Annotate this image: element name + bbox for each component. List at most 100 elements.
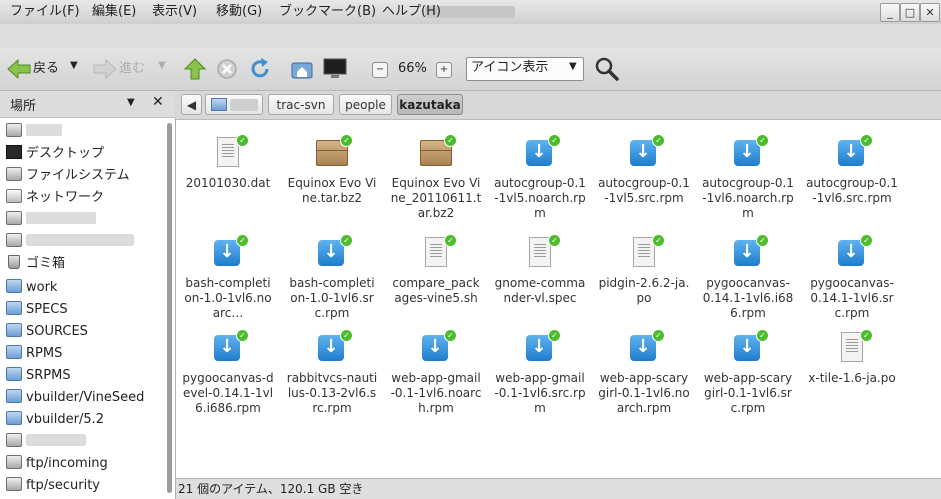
network-folder-icon <box>6 455 22 469</box>
file-item[interactable]: ✓ gnome-commander-vl.spec <box>490 230 590 306</box>
file-item[interactable]: ✓ pygoocanvas-devel-0.14.1-1vl6.i686.rpm <box>178 325 278 416</box>
menu-view[interactable]: 表示(V) <box>152 3 197 21</box>
file-name: pidgin-2.6.2-ja.po <box>598 276 690 305</box>
file-item[interactable]: ✓ autocgroup-0.1-1vl6.src.rpm <box>802 130 902 206</box>
bookmark-ftp-incoming[interactable]: ftp/incoming <box>6 454 108 474</box>
computer-icon[interactable] <box>322 57 348 81</box>
sidebar-mode-dropdown-icon[interactable]: ▼ <box>127 97 135 108</box>
path-crumb-people[interactable]: people <box>339 94 392 115</box>
menu-file[interactable]: ファイル(F) <box>10 3 80 21</box>
file-item[interactable]: ✓ bash-completion-1.0-1vl6.src.rpm <box>282 230 382 321</box>
version-control-ok-badge-icon: ✓ <box>444 234 457 247</box>
reload-icon[interactable] <box>248 57 272 81</box>
place-volume-2[interactable] <box>6 232 134 252</box>
path-scroll-left-button[interactable]: ◀ <box>181 94 202 115</box>
sidebar-close-icon[interactable]: ✕ <box>152 94 164 110</box>
minimize-button[interactable]: _ <box>880 3 900 22</box>
forward-history-dropdown-icon[interactable]: ▼ <box>158 60 166 71</box>
home-folder-icon <box>211 98 227 111</box>
bookmark-specs[interactable]: SPECS <box>6 300 68 320</box>
view-mode-select[interactable]: アイコン表示 ▼ <box>466 57 584 81</box>
bookmark-vbuilder-52[interactable]: vbuilder/5.2 <box>6 410 104 430</box>
maximize-button[interactable]: □ <box>900 3 920 22</box>
place-label: ゴミ箱 <box>26 256 66 271</box>
file-item[interactable]: ✓ 20101030.dat <box>178 130 278 191</box>
menu-bookmarks[interactable]: ブックマーク(B) <box>279 3 376 21</box>
version-control-ok-badge-icon: ✓ <box>236 329 249 342</box>
file-item[interactable]: ✓ web-app-gmail-0.1-1vl6.src.rpm <box>490 325 590 416</box>
text-file-icon: ✓ <box>520 234 561 274</box>
file-name: pygoocanvas-0.14.1-1vl6.src.rpm <box>810 276 894 320</box>
file-item[interactable]: ✓ pidgin-2.6.2-ja.po <box>594 230 694 306</box>
bookmark-rpms[interactable]: RPMS <box>6 344 62 364</box>
folder-icon <box>6 389 22 403</box>
file-item[interactable]: ✓ web-app-gmail-0.1-1vl6.noarch.rpm <box>386 325 486 416</box>
place-label: SOURCES <box>26 324 88 339</box>
version-control-ok-badge-icon: ✓ <box>652 329 665 342</box>
drive-icon <box>6 233 22 247</box>
file-item[interactable]: ✓ bash-completion-1.0-1vl6.noarc… <box>178 230 278 321</box>
home-folder-icon <box>6 123 22 137</box>
drive-icon <box>6 211 22 225</box>
bookmark-work[interactable]: work <box>6 278 57 298</box>
up-arrow-icon[interactable] <box>184 57 206 81</box>
file-name: pygoocanvas-devel-0.14.1-1vl6.i686.rpm <box>182 371 274 415</box>
place-volume-1[interactable] <box>6 210 96 230</box>
version-control-ok-badge-icon: ✓ <box>548 134 561 147</box>
file-item[interactable]: ✓ autocgroup-0.1-1vl5.noarch.rpm <box>490 130 590 221</box>
bookmark-vbuilder-vineseed[interactable]: vbuilder/VineSeed <box>6 388 144 408</box>
back-button[interactable]: 戻る ▼ <box>6 58 84 80</box>
sidebar-scrollbar[interactable] <box>167 123 172 493</box>
place-label: デスクトップ <box>26 146 105 161</box>
bookmark-network-1[interactable] <box>6 432 86 452</box>
bookmark-ftp-security[interactable]: ftp/security <box>6 476 100 496</box>
zoom-in-icon[interactable]: + <box>436 62 452 78</box>
menu-edit[interactable]: 編集(E) <box>92 3 136 21</box>
zoom-out-icon[interactable]: − <box>372 62 388 78</box>
file-name: web-app-scarygirl-0.1-1vl6.noarch.rpm <box>598 371 690 415</box>
file-name: bash-completion-1.0-1vl6.noarc… <box>184 276 272 320</box>
menu-go[interactable]: 移動(G) <box>216 3 262 21</box>
bookmark-sources[interactable]: SOURCES <box>6 322 88 342</box>
path-crumb-kazutaka[interactable]: kazutaka <box>397 94 463 115</box>
home-icon[interactable] <box>290 58 314 80</box>
file-item[interactable]: ✓ Equinox Evo Vine.tar.bz2 <box>282 130 382 206</box>
place-label: work <box>26 280 58 295</box>
file-name: web-app-scarygirl-0.1-1vl6.src.rpm <box>703 371 793 415</box>
forward-button[interactable]: 進む ▼ <box>92 58 172 80</box>
bookmark-srpms[interactable]: SRPMS <box>6 366 71 386</box>
file-item[interactable]: ✓ Equinox Evo Vine_20110611.tar.bz2 <box>386 130 486 221</box>
file-item[interactable]: ✓ x-tile-1.6-ja.po <box>802 325 902 386</box>
path-crumb-home[interactable] <box>205 94 263 115</box>
version-control-ok-badge-icon: ✓ <box>652 134 665 147</box>
file-item[interactable]: ✓ pygoocanvas-0.14.1-1vl6.src.rpm <box>802 230 902 321</box>
path-crumb-trac-svn[interactable]: trac-svn <box>268 94 334 115</box>
package-download-icon: ✓ <box>312 234 353 274</box>
place-filesystem[interactable]: ファイルシステム <box>6 166 130 186</box>
file-name: 20101030.dat <box>185 176 271 190</box>
search-icon[interactable] <box>594 56 620 82</box>
place-desktop[interactable]: デスクトップ <box>6 144 104 164</box>
file-item[interactable]: ✓ web-app-scarygirl-0.1-1vl6.src.rpm <box>698 325 798 416</box>
file-item[interactable]: ✓ autocgroup-0.1-1vl6.noarch.rpm <box>698 130 798 221</box>
place-home[interactable] <box>6 122 62 142</box>
back-history-dropdown-icon[interactable]: ▼ <box>70 60 78 71</box>
place-network[interactable]: ネットワーク <box>6 188 104 208</box>
place-label: ファイルシステム <box>26 168 130 183</box>
package-download-icon: ✓ <box>624 329 665 369</box>
file-item[interactable]: ✓ compare_packages-vine5.sh <box>386 230 486 306</box>
file-name: Equinox Evo Vine.tar.bz2 <box>287 176 377 205</box>
menu-help[interactable]: ヘルプ(H) <box>382 3 441 21</box>
package-download-icon: ✓ <box>208 329 249 369</box>
folder-icon <box>6 411 22 425</box>
stop-icon[interactable] <box>216 58 238 80</box>
package-download-icon: ✓ <box>832 134 873 174</box>
file-item[interactable]: ✓ rabbitvcs-nautilus-0.13-2vl6.src.rpm <box>282 325 382 416</box>
file-item[interactable]: ✓ pygoocanvas-0.14.1-1vl6.i686.rpm <box>698 230 798 321</box>
close-window-button[interactable]: ✕ <box>920 3 940 22</box>
text-file-icon: ✓ <box>208 134 249 174</box>
place-trash[interactable]: ゴミ箱 <box>6 254 65 274</box>
package-download-icon: ✓ <box>728 329 769 369</box>
file-item[interactable]: ✓ autocgroup-0.1-1vl5.src.rpm <box>594 130 694 206</box>
file-item[interactable]: ✓ web-app-scarygirl-0.1-1vl6.noarch.rpm <box>594 325 694 416</box>
